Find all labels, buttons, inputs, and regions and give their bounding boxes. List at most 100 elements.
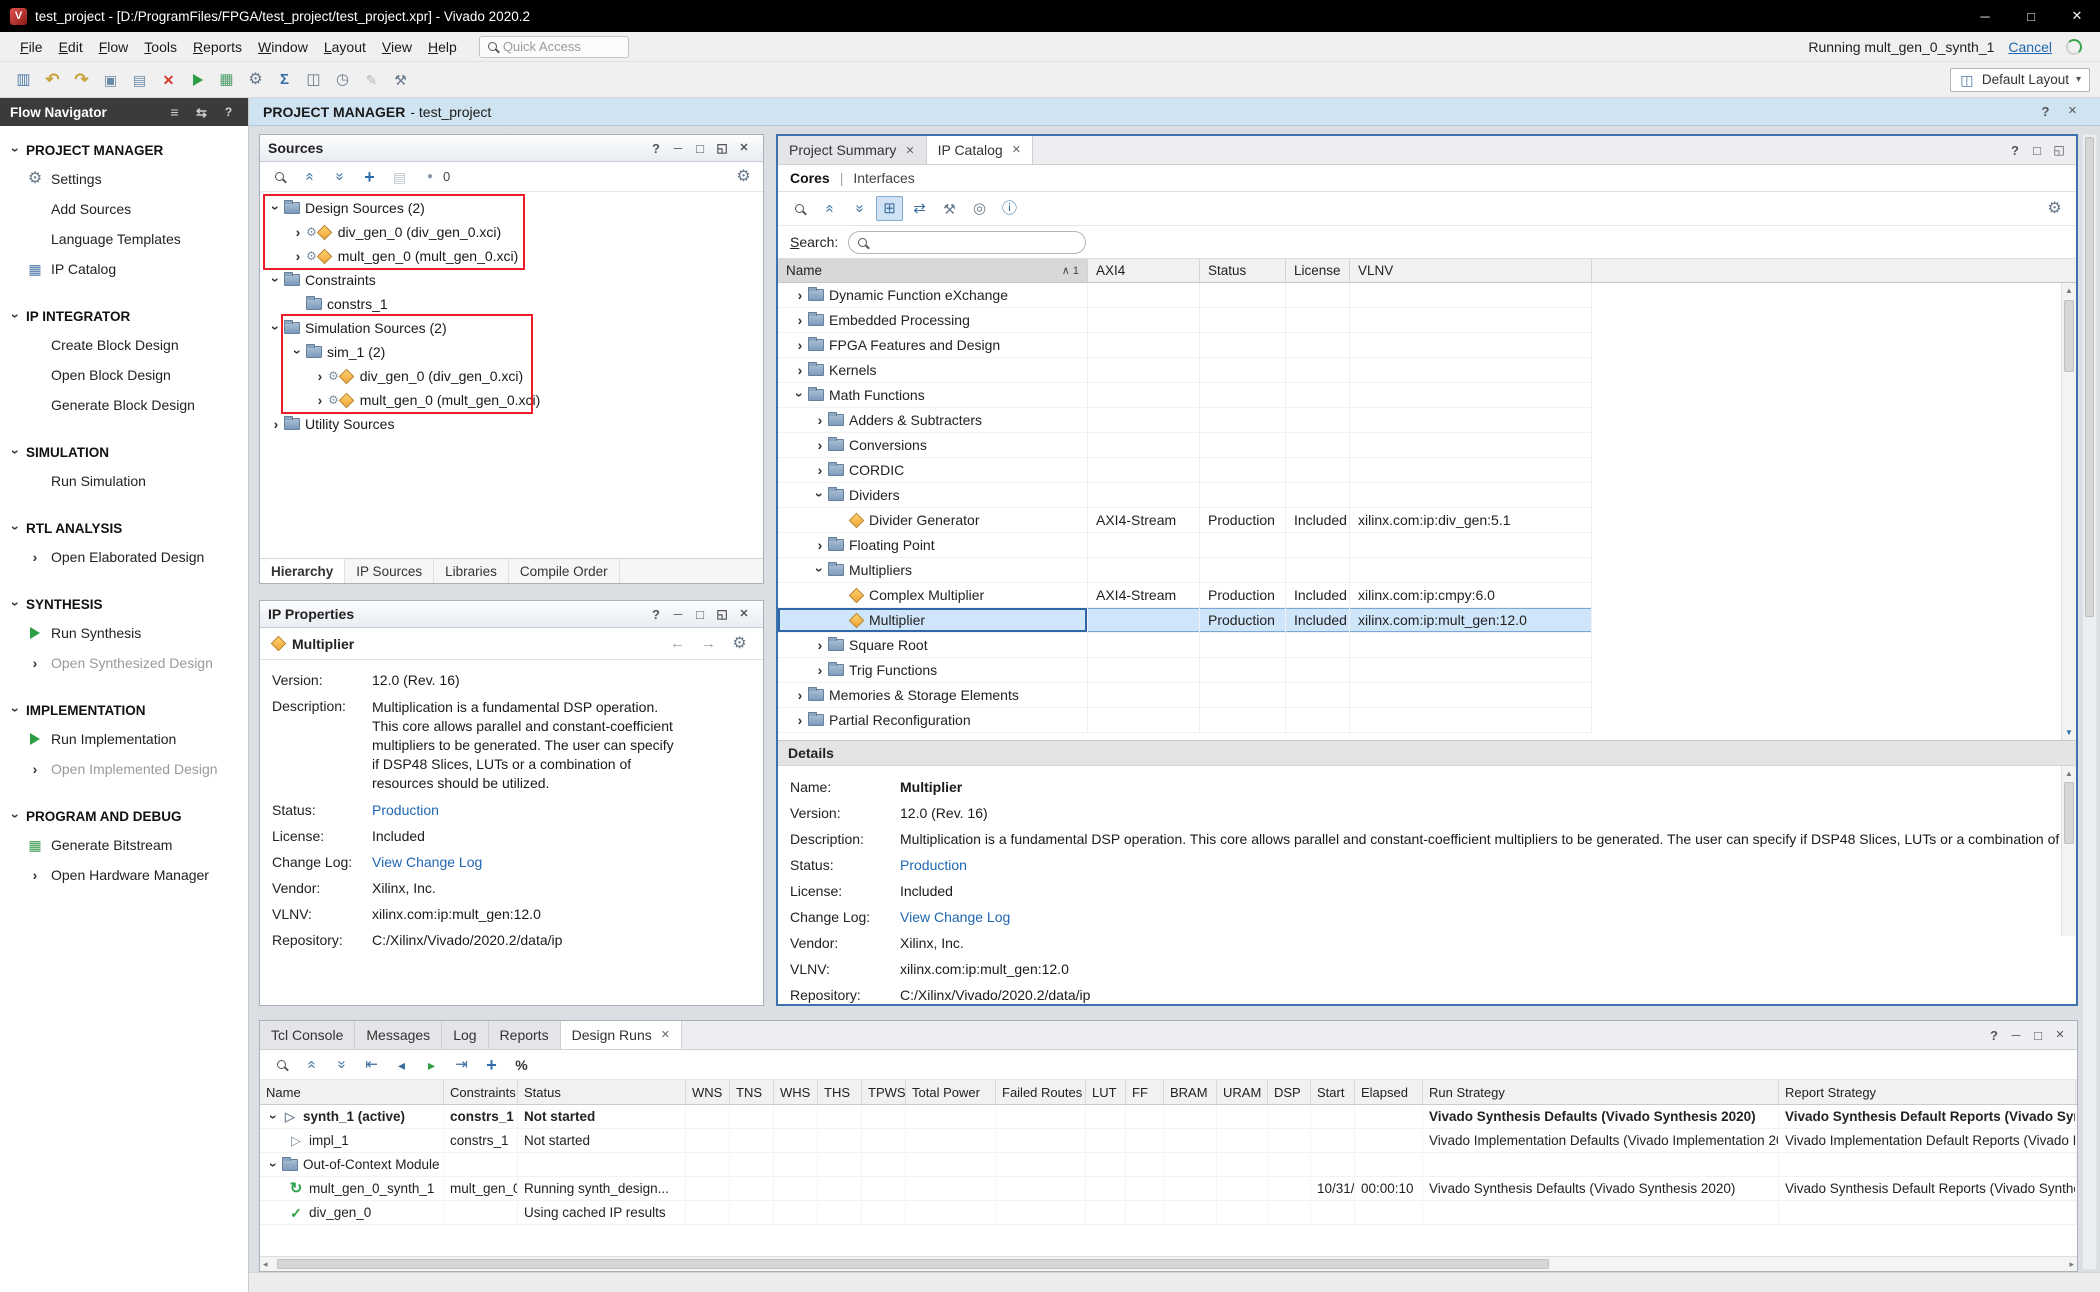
column-header-report-strategy[interactable]: Report Strategy [1779,1080,2076,1104]
tree-row-design-sources-2[interactable]: ›Design Sources (2) [260,196,763,220]
flow-item-language-templates[interactable]: Language Templates [0,224,248,254]
customize-button[interactable]: ⚒ [936,196,963,221]
menu-help[interactable]: Help [420,35,465,59]
column-header-run-strategy[interactable]: Run Strategy [1423,1080,1779,1104]
catalog-vertical-scrollbar[interactable]: ▲ ▼ [2061,283,2076,740]
package-button[interactable]: ◎ [966,196,993,221]
catalog-row-divider-generator[interactable]: ›Divider GeneratorAXI4-StreamProductionI… [778,508,1592,533]
expand-icon[interactable]: › [812,538,828,552]
collapse-icon[interactable]: › [9,702,23,718]
menu-view[interactable]: View [374,35,420,59]
catalog-search-input[interactable] [848,231,1086,254]
quick-access-search[interactable]: Quick Access [479,36,629,58]
field-value[interactable]: Production [900,857,2064,873]
editor-tab-ip-catalog[interactable]: IP Catalog✕ [927,136,1033,164]
column-header-failed-routes[interactable]: Failed Routes [996,1080,1086,1104]
maximize-button[interactable]: □ [2027,1024,2049,1046]
help-button[interactable]: ? [2004,139,2026,161]
expand-icon[interactable]: › [812,413,828,427]
collapse-icon[interactable]: › [9,444,23,460]
flow-item-create-block-design[interactable]: Create Block Design [0,330,248,360]
flow-section-synthesis[interactable]: ›SYNTHESIS [0,590,248,618]
help-button[interactable]: ? [645,137,667,159]
settings-button[interactable]: ⚙ [242,67,269,92]
back-button[interactable]: ← [664,631,691,656]
close-button[interactable]: ✕ [2059,99,2086,124]
expand-icon[interactable]: › [792,313,808,327]
column-header-ths[interactable]: THS [818,1080,862,1104]
search-button[interactable] [786,196,813,221]
flow-section-ip-integrator[interactable]: ›IP INTEGRATOR [0,302,248,330]
gear-button[interactable]: ⚙ [2041,196,2068,221]
collapse-icon[interactable]: › [269,320,283,336]
maximize-button[interactable]: □ [2026,139,2048,161]
copy-button[interactable]: ▣ [97,67,124,92]
expand-icon[interactable]: › [268,417,284,431]
redo-button[interactable]: ↷ [68,67,95,92]
column-header-uram[interactable]: URAM [1217,1080,1268,1104]
close-button[interactable]: ✕ [2049,1024,2071,1046]
collapse-icon[interactable]: › [267,1157,281,1173]
paste-button[interactable]: ▤ [126,67,153,92]
first-button[interactable]: ⇤ [358,1052,385,1077]
tree-row-mult-gen-0-mult-gen-0-xci[interactable]: ›⚙mult_gen_0 (mult_gen_0.xci) [260,388,763,412]
flow-item-run-simulation[interactable]: Run Simulation [0,466,248,496]
previous-button[interactable]: ◂ [388,1052,415,1077]
collapse-all-button[interactable]: « [298,1052,325,1077]
search-button[interactable] [268,1052,295,1077]
expand-icon[interactable]: › [792,713,808,727]
expand-icon[interactable]: › [792,338,808,352]
catalog-row-partial-reconfiguration[interactable]: ›Partial Reconfiguration [778,708,1592,733]
timing-button[interactable]: ◷ [329,67,356,92]
collapse-all-button[interactable]: « [816,196,843,221]
forward-button[interactable]: → [695,631,722,656]
collapse-icon[interactable]: › [9,596,23,612]
catalog-mode-interfaces[interactable]: Interfaces [853,170,914,186]
tree-row-constrs-1[interactable]: ›constrs_1 [260,292,763,316]
details-scrollbar[interactable]: ▲ [2061,766,2076,936]
tree-row-constraints[interactable]: ›Constraints [260,268,763,292]
minimize-button[interactable]: ─ [2005,1024,2027,1046]
column-header-start[interactable]: Start [1311,1080,1355,1104]
add-button[interactable]: + [478,1052,505,1077]
expand-all-button[interactable]: » [846,196,873,221]
column-header-wns[interactable]: WNS [686,1080,730,1104]
scroll-down-icon[interactable]: ▼ [2062,725,2076,740]
tree-row-div-gen-0-div-gen-0-xci[interactable]: ›⚙div_gen_0 (div_gen_0.xci) [260,220,763,244]
close-tab-icon[interactable]: ✕ [905,144,914,157]
layout-select[interactable]: ◫ Default Layout ▾ [1950,68,2090,92]
float-button[interactable]: ◱ [711,137,733,159]
close-window-button[interactable]: ✕ [155,67,182,92]
collapse-icon[interactable]: › [9,308,23,324]
bottom-tab-log[interactable]: Log [442,1021,488,1049]
column-header-whs[interactable]: WHS [774,1080,818,1104]
run-row-synth-1-active[interactable]: ›▷synth_1 (active)constrs_1Not startedVi… [260,1105,2077,1129]
window-minimize-button[interactable]: ─ [1962,0,2008,32]
window-close-button[interactable]: ✕ [2054,0,2100,32]
catalog-row-adders-subtracters[interactable]: ›Adders & Subtracters [778,408,1592,433]
column-header-ff[interactable]: FF [1126,1080,1164,1104]
flow-item-run-implementation[interactable]: Run Implementation [0,724,248,754]
add-button[interactable]: + [356,164,383,189]
column-header-status[interactable]: Status [1200,259,1286,282]
scrollbar-thumb[interactable] [2064,300,2074,372]
collapse-icon[interactable]: › [9,520,23,536]
collapse-icon[interactable]: › [813,487,827,503]
flow-item-generate-bitstream[interactable]: ▦Generate Bitstream [0,830,248,860]
flow-item-open-hardware-manager[interactable]: ›Open Hardware Manager [0,860,248,890]
minimize-button[interactable]: ─ [667,137,689,159]
expand-icon[interactable]: › [792,688,808,702]
group-by-category-button[interactable]: ⊞ [876,196,903,221]
menu-edit[interactable]: Edit [51,35,91,59]
expand-icon[interactable]: › [27,656,43,670]
dashboard-button[interactable]: ▦ [213,67,240,92]
expand-all-button[interactable]: » [326,164,353,189]
expand-icon[interactable]: › [312,369,328,383]
undo-button[interactable]: ↶ [39,67,66,92]
flow-item-settings[interactable]: ⚙Settings [0,164,248,194]
scrollbar-thumb[interactable] [2064,782,2074,844]
tree-row-simulation-sources-2[interactable]: ›Simulation Sources (2) [260,316,763,340]
catalog-row-square-root[interactable]: ›Square Root [778,633,1592,658]
tree-row-div-gen-0-div-gen-0-xci[interactable]: ›⚙div_gen_0 (div_gen_0.xci) [260,364,763,388]
collapse-icon[interactable]: › [813,562,827,578]
